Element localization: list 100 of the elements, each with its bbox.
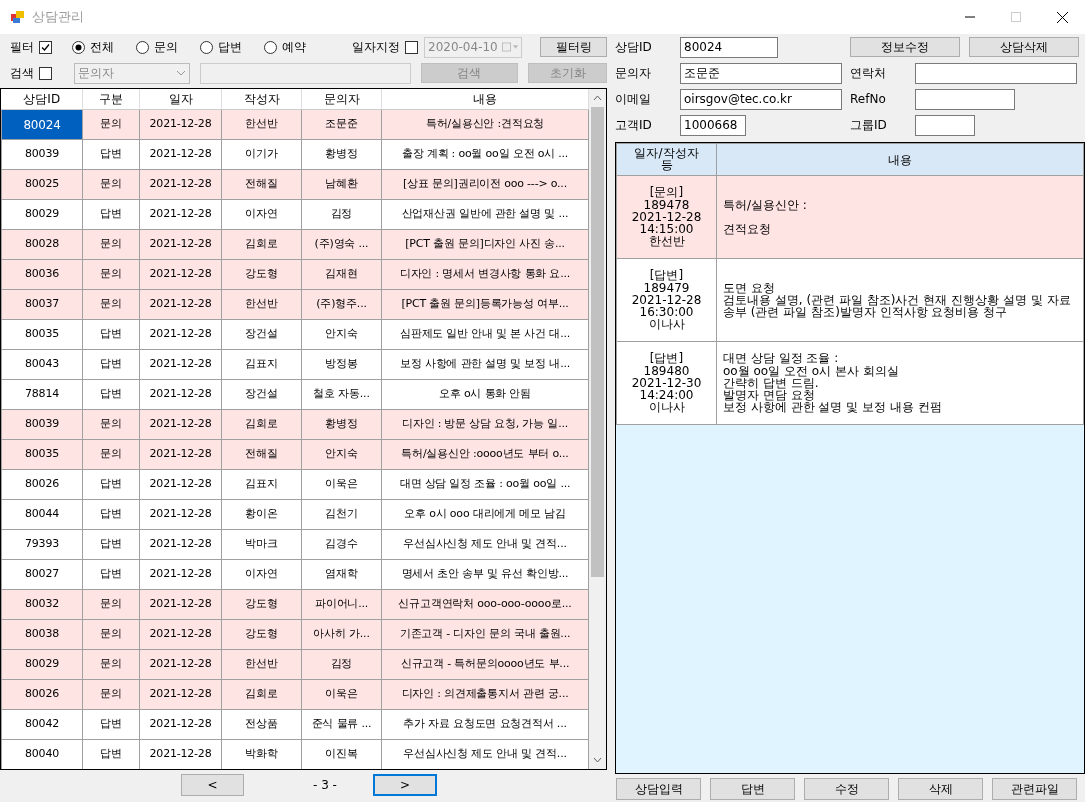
field-label: 그룹ID [850, 117, 888, 134]
action-button[interactable]: 상담삭제 [969, 37, 1079, 57]
table-cell: 80042 [1, 709, 83, 740]
entry-text: 특허/실용신안 : 견적요청 [723, 198, 808, 236]
radio-label: 문의 [154, 39, 178, 56]
table-cell: 이기가 [221, 139, 302, 170]
column-header[interactable]: 구분 [82, 89, 140, 110]
table-cell: 특허/실용신안 :견적요청 [381, 109, 589, 140]
next-page-button[interactable]: > [372, 774, 437, 796]
entry-text: 발명자 면담 요청 [723, 389, 815, 402]
table-cell: 김회로 [221, 679, 302, 710]
table-cell: 80036 [1, 259, 83, 290]
table-cell: 디자인 : 의견제출통지서 관련 궁... [381, 679, 589, 710]
action-button[interactable]: 정보수정 [850, 37, 960, 57]
table-cell: 80039 [1, 409, 83, 440]
table-cell: 안지숙 [301, 319, 382, 350]
entry-meta: 2021-12-30 [630, 376, 703, 390]
date-checkbox[interactable] [405, 40, 418, 54]
date-value: 2020-04-10 [428, 39, 498, 56]
table-cell: 답변 [82, 499, 140, 530]
field-label: 상담ID [615, 39, 653, 56]
table-cell: 김회로 [221, 229, 302, 260]
radio-label: 전체 [90, 39, 114, 56]
table-cell: 79393 [1, 529, 83, 560]
column-header[interactable]: 작성자 [221, 89, 302, 110]
table-cell: 명세서 초안 송부 및 유선 확인방... [381, 559, 589, 590]
table-cell: 문의 [82, 229, 140, 260]
input-field[interactable]: 조문준 [680, 62, 842, 84]
filter-button[interactable]: 필터링 [540, 37, 607, 57]
scroll-up-icon[interactable] [593, 95, 602, 101]
table-cell: 80029 [1, 199, 83, 230]
radio-button[interactable] [72, 40, 85, 54]
input-field[interactable]: 1000668 [680, 114, 746, 136]
table-cell: 80026 [1, 679, 83, 710]
table-cell: 전상품 [221, 709, 302, 740]
radio-button[interactable] [264, 40, 277, 54]
radio-button[interactable] [136, 40, 149, 54]
column-header[interactable]: 일자 [139, 89, 222, 110]
table-cell: 답변 [82, 709, 140, 740]
table-cell: 이자연 [221, 199, 302, 230]
filter-checkbox[interactable] [39, 40, 52, 54]
input-field[interactable] [915, 114, 975, 136]
input-field[interactable]: oirsgov@tec.co.kr [680, 88, 842, 110]
table-cell: 80025 [1, 169, 83, 200]
close-icon[interactable] [1056, 11, 1068, 23]
calendar-icon [501, 42, 518, 52]
action-button[interactable]: 수정 [804, 778, 889, 800]
table-cell: 기존고객 - 디자인 문의 국내 출원... [381, 619, 589, 650]
table-cell: 문의 [82, 679, 140, 710]
entry-text: 대면 상담 일정 조율 : [723, 352, 840, 365]
search-checkbox[interactable] [39, 66, 52, 80]
action-button[interactable]: 관련파일 [992, 778, 1077, 800]
table-cell: 답변 [82, 349, 140, 380]
table-cell: 이자연 [221, 559, 302, 590]
table-cell: 80032 [1, 589, 83, 620]
column-header[interactable]: 내용 [381, 89, 589, 110]
field-label: RefNo [850, 91, 887, 108]
input-field[interactable] [915, 88, 1015, 110]
table-cell: 문의 [82, 259, 140, 290]
table-cell: 보정 사항에 관한 설명 및 보정 내... [381, 349, 589, 380]
action-button[interactable]: 삭제 [898, 778, 983, 800]
scroll-down-icon[interactable] [593, 757, 602, 763]
entry-meta: [답변] [648, 352, 685, 365]
entry-text: 보정 사항에 관한 설명 및 보정 내용 컨펌 [723, 401, 943, 414]
table-cell: 이욱은 [301, 469, 382, 500]
table-cell: 강도형 [221, 589, 302, 620]
input-field[interactable]: 80024 [680, 36, 778, 58]
entry-meta: 14:24:00 [638, 389, 695, 402]
table-cell: 문의 [82, 109, 140, 140]
column-header[interactable]: 문의자 [301, 89, 382, 110]
table-cell: 2021-12-28 [139, 259, 222, 290]
table-cell: 답변 [82, 559, 140, 590]
radio-button[interactable] [200, 40, 213, 54]
input-field[interactable] [915, 62, 1077, 84]
table-cell: 답변 [82, 379, 140, 410]
action-button[interactable]: 답변 [710, 778, 795, 800]
search-field[interactable] [199, 62, 411, 84]
table-cell: 2021-12-28 [139, 379, 222, 410]
entry-meta: 2021-12-28 [630, 210, 703, 224]
table-cell: 80043 [1, 349, 83, 380]
table-cell: 2021-12-28 [139, 229, 222, 260]
table-cell: 80037 [1, 289, 83, 320]
table-cell: 디자인 : 방문 상담 요청, 가능 일... [381, 409, 589, 440]
entry-meta: 189480 [642, 364, 691, 377]
action-button[interactable]: 상담입력 [616, 778, 701, 800]
table-cell: 문의 [82, 409, 140, 440]
table-cell: 김재현 [301, 259, 382, 290]
table-cell: 우선심사신청 제도 안내 및 견적... [381, 529, 589, 560]
entry-meta: 한선반 [647, 235, 686, 248]
scrollbar[interactable] [589, 89, 606, 769]
window-title: 상담관리 [32, 8, 84, 27]
table-cell: 오후 o시 통화 안됨 [381, 379, 589, 410]
table-cell: 한선반 [221, 109, 302, 140]
date-label: 일자지정 [352, 39, 400, 56]
table-cell: 답변 [82, 529, 140, 560]
previous-page-button[interactable]: < [181, 774, 244, 796]
table-cell: 80024 [1, 109, 83, 140]
column-header[interactable]: 상담ID [1, 89, 83, 110]
table-cell: 2021-12-28 [139, 499, 222, 530]
table-cell: 남혜환 [301, 169, 382, 200]
